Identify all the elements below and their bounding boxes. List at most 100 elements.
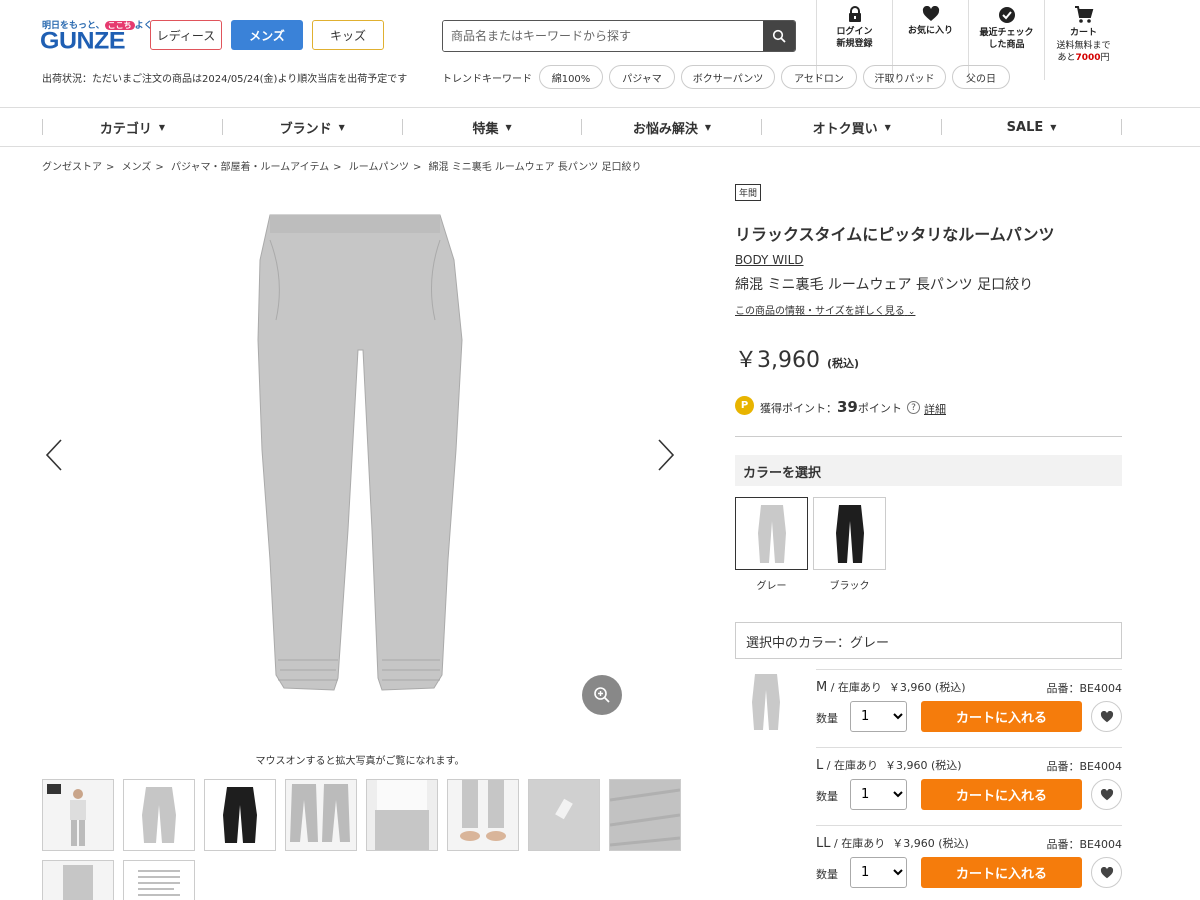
product-main-image[interactable] <box>230 200 490 700</box>
breadcrumb: グンゼストア > メンズ > パジャマ・部屋着・ルームアイテム > ルームパンツ > 綿… <box>42 162 642 173</box>
breadcrumb-link[interactable]: グンゼストア <box>42 162 102 173</box>
cart-icon <box>1074 6 1093 23</box>
trend-keyword-chip[interactable]: パジャマ <box>609 65 675 89</box>
zoom-in-icon <box>594 687 610 703</box>
trend-keyword-chip[interactable]: 父の日 <box>952 65 1010 89</box>
breadcrumb-link[interactable]: パジャマ・部屋着・ルームアイテム <box>171 162 329 173</box>
model-photo-thumb <box>43 780 113 850</box>
search-bar <box>442 20 796 52</box>
trend-keyword-chip[interactable]: ボクサーパンツ <box>681 65 775 89</box>
chevron-down-icon: ⌄ <box>907 307 916 317</box>
quantity-select[interactable]: 1 <box>850 701 907 732</box>
model-legs-thumb <box>43 861 113 900</box>
search-icon <box>772 29 786 43</box>
clock-check-icon <box>998 7 1015 23</box>
thumbnail[interactable] <box>42 860 114 900</box>
selected-color-image <box>752 674 780 730</box>
caret-down-icon: ▼ <box>158 122 165 132</box>
nav-deals[interactable]: オトク買い ▼ <box>761 119 941 137</box>
nav-brand[interactable]: ブランド ▼ <box>221 119 402 137</box>
thumbnail[interactable] <box>204 779 276 851</box>
caret-down-icon: ▼ <box>884 122 891 132</box>
season-badge: 年間 <box>735 184 762 201</box>
favorite-button[interactable] <box>1091 779 1122 810</box>
fabric-texture-thumb <box>610 780 680 850</box>
nav-category[interactable]: カテゴリ ▼ <box>42 119 222 137</box>
add-to-cart-button[interactable]: カートに入れる <box>921 701 1082 732</box>
sku: 品番：BE4004 <box>1046 838 1123 851</box>
quantity-label: 数量 <box>816 868 838 881</box>
breadcrumb-link[interactable]: ルームパンツ <box>349 162 409 173</box>
trend-keywords-label: トレンドキーワード <box>442 74 532 85</box>
caret-down-icon: ▼ <box>704 122 711 132</box>
thumbnail[interactable] <box>42 779 114 851</box>
color-section-heading: カラーを選択 <box>735 455 1122 486</box>
kids-tab[interactable]: キッズ <box>312 20 384 50</box>
breadcrumb-current: 綿混 ミニ裏毛 ルームウェア 長パンツ 足口絞り <box>428 162 642 173</box>
free-shipping-remaining: 7000 <box>1075 53 1101 63</box>
size-chart-thumb <box>124 861 194 900</box>
quantity-label: 数量 <box>816 790 838 803</box>
question-icon[interactable]: ? <box>907 401 920 414</box>
product-details-link[interactable]: この商品の情報・サイズを詳しく見る ⌄ <box>735 302 915 317</box>
thumbnail[interactable] <box>528 779 600 851</box>
trend-keyword-chip[interactable]: 綿100% <box>539 65 603 89</box>
ladies-tab[interactable]: レディース <box>150 20 222 50</box>
favorite-button[interactable] <box>1091 701 1122 732</box>
favorite-button[interactable] <box>1091 857 1122 888</box>
sku: 品番：BE4004 <box>1046 760 1123 773</box>
quantity-select[interactable]: 1 <box>850 857 907 888</box>
selected-color: 選択中のカラー：グレー <box>735 622 1122 659</box>
nav-sale[interactable]: SALE ▼ <box>941 119 1122 135</box>
front-back-thumb <box>286 780 356 850</box>
trend-keyword-chip[interactable]: 汗取りパッド <box>863 65 946 89</box>
swatch-label: ブラック <box>829 581 870 592</box>
product-name: 綿混 ミニ裏毛 ルームウェア 長パンツ 足口絞り <box>735 277 1034 293</box>
search-input[interactable] <box>443 21 763 51</box>
sku: 品番：BE4004 <box>1046 682 1123 695</box>
main-nav: カテゴリ ▼ ブランド ▼ 特集 ▼ お悩み解決 ▼ オトク買い ▼ SALE ▼ <box>42 108 1122 146</box>
add-to-cart-button[interactable]: カートに入れる <box>921 779 1082 810</box>
breadcrumb-link[interactable]: メンズ <box>122 162 152 173</box>
lock-icon <box>848 6 861 22</box>
size-row-info: L / 在庫あり ￥3,960 (税込) <box>816 758 962 773</box>
black-pants-swatch <box>835 504 864 563</box>
brand-link[interactable]: BODY WILD <box>735 253 804 267</box>
thumbnail[interactable] <box>366 779 438 851</box>
thumbnail[interactable] <box>609 779 681 851</box>
caret-down-icon: ▼ <box>505 122 512 132</box>
waist-detail-thumb <box>367 780 437 850</box>
cart-button[interactable]: カート 送料無料まで あと7000円 <box>1044 0 1122 80</box>
thumbnail[interactable] <box>123 779 195 851</box>
grey-pants-swatch <box>757 504 786 563</box>
quantity-select[interactable]: 1 <box>850 779 907 810</box>
next-image-arrow-icon[interactable] <box>656 438 676 472</box>
color-swatch-grey[interactable] <box>735 497 808 570</box>
divider <box>816 747 1122 748</box>
divider <box>0 146 1200 147</box>
thumbnail[interactable] <box>123 860 195 900</box>
search-button[interactable] <box>763 21 795 51</box>
add-to-cart-button[interactable]: カートに入れる <box>921 857 1082 888</box>
size-row-info: LL / 在庫あり ￥3,960 (税込) <box>816 836 969 851</box>
prev-image-arrow-icon[interactable] <box>44 438 64 472</box>
size-row-info: M / 在庫あり ￥3,960 (税込) <box>816 680 966 695</box>
heart-icon <box>1100 788 1113 800</box>
zoom-button[interactable] <box>582 675 622 715</box>
points-detail-link[interactable]: 詳細 <box>924 401 946 417</box>
black-pants-thumb <box>223 787 257 843</box>
product-price: ￥3,960 (税込) <box>735 348 860 373</box>
color-swatch-black[interactable] <box>813 497 886 570</box>
nav-solutions[interactable]: お悩み解決 ▼ <box>581 119 761 137</box>
product-tagline: リラックスタイムにピッタリなルームパンツ <box>735 225 1055 244</box>
thumbnail[interactable] <box>285 779 357 851</box>
thumbnail[interactable] <box>447 779 519 851</box>
gunze-logo[interactable]: GUNZE <box>40 28 126 56</box>
caret-down-icon: ▼ <box>338 122 345 132</box>
nav-feature[interactable]: 特集 ▼ <box>401 119 582 137</box>
hem-detail-thumb <box>448 780 518 850</box>
points-info: 獲得ポイント：39ポイント <box>760 398 902 416</box>
mens-tab[interactable]: メンズ <box>231 20 303 50</box>
trend-keyword-chip[interactable]: アセドロン <box>781 65 857 89</box>
heart-icon <box>922 6 939 21</box>
